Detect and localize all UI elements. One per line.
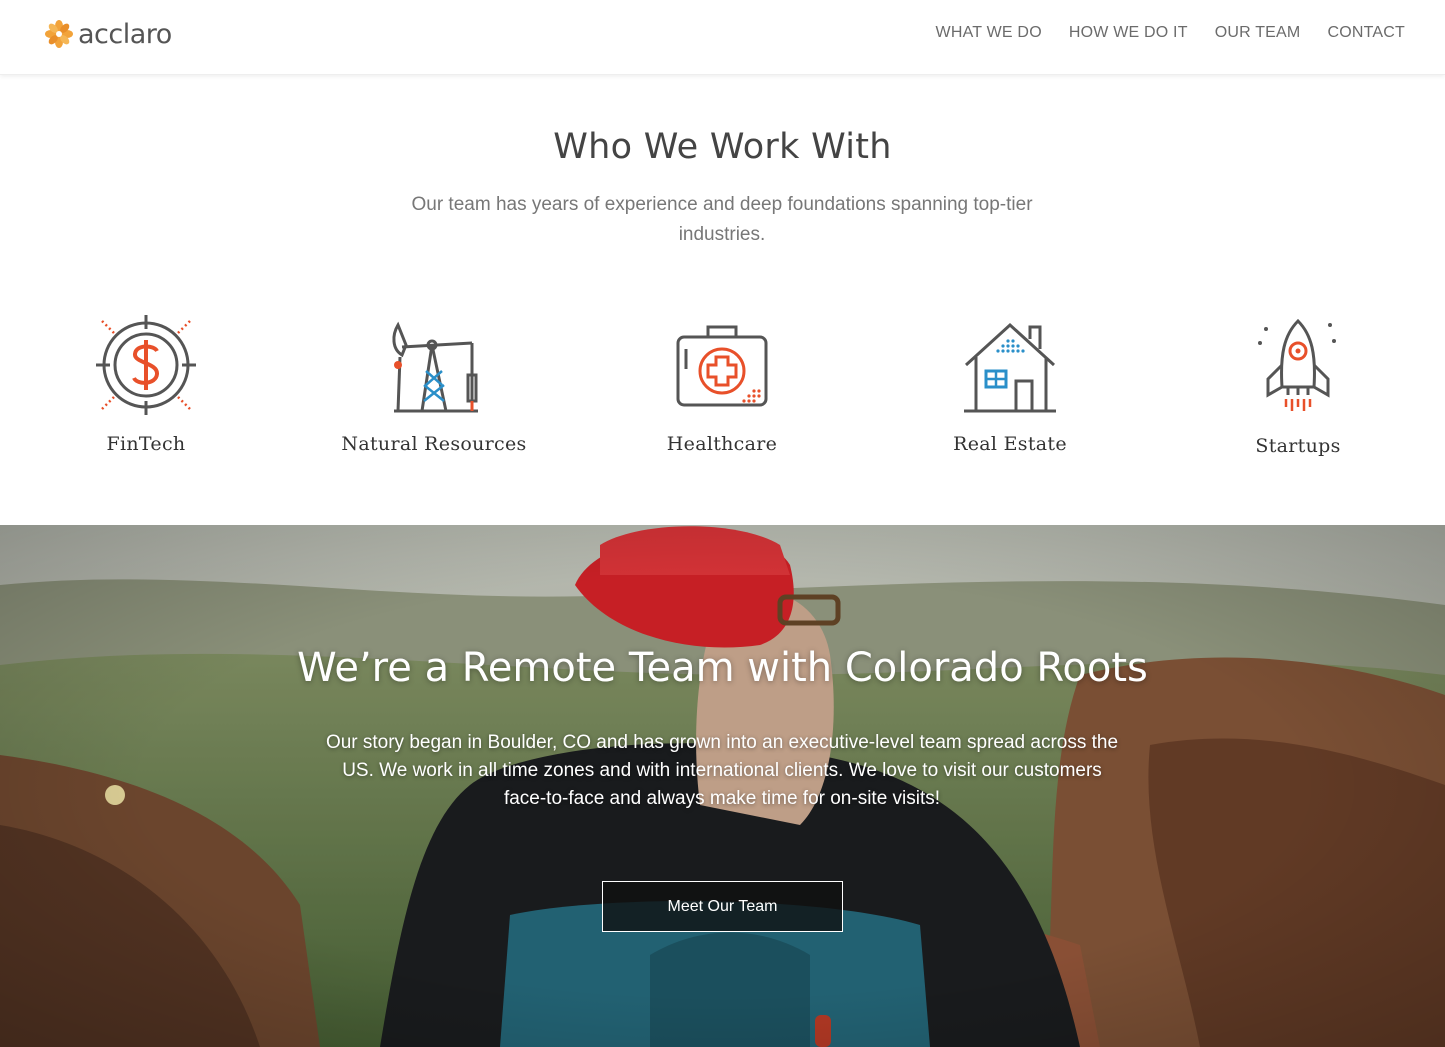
nav-contact[interactable]: CONTACT xyxy=(1327,24,1405,42)
dollar-target-icon xyxy=(96,315,196,415)
industry-label-fintech: FinTech xyxy=(106,433,186,455)
nav-how-we-do-it[interactable]: HOW WE DO IT xyxy=(1069,24,1188,42)
medical-kit-icon xyxy=(676,325,768,407)
industry-healthcare: Healthcare xyxy=(602,315,842,455)
rocket-icon xyxy=(1258,318,1336,411)
industry-label-startups: Startups xyxy=(1255,435,1341,457)
hero-title: We’re a Remote Team with Colorado Roots xyxy=(297,645,1148,691)
site-header: acclaro WHAT WE DO HOW WE DO IT OUR TEAM… xyxy=(0,0,1445,75)
logo-text: acclaro xyxy=(78,18,172,50)
industry-fintech: FinTech xyxy=(26,315,266,455)
industry-label-real-estate: Real Estate xyxy=(953,433,1067,455)
industry-natural-resources: Natural Resources xyxy=(314,315,554,455)
flower-logo-icon xyxy=(45,20,73,48)
industry-startups: Startups xyxy=(1178,315,1418,457)
colorado-roots-hero: We’re a Remote Team with Colorado Roots … xyxy=(0,525,1445,1047)
section-subtitle: Our team has years of experience and dee… xyxy=(411,194,1033,245)
nav-what-we-do[interactable]: WHAT WE DO xyxy=(936,24,1042,42)
oil-pump-icon xyxy=(392,321,478,413)
meet-our-team-button[interactable]: Meet Our Team xyxy=(602,881,843,932)
industry-label-natural-resources: Natural Resources xyxy=(341,433,527,455)
logo[interactable]: acclaro xyxy=(44,17,172,51)
hero-description: Our story began in Boulder, CO and has g… xyxy=(325,732,1119,809)
industry-real-estate: Real Estate xyxy=(890,315,1130,455)
main-nav: WHAT WE DO HOW WE DO IT OUR TEAM CONTACT xyxy=(909,0,1405,66)
nav-our-team[interactable]: OUR TEAM xyxy=(1215,24,1301,42)
section-title: Who We Work With xyxy=(553,127,892,167)
house-icon xyxy=(964,322,1056,413)
industry-label-healthcare: Healthcare xyxy=(666,433,778,455)
who-we-work-with-section: Who We Work With Our team has years of e… xyxy=(0,75,1445,525)
